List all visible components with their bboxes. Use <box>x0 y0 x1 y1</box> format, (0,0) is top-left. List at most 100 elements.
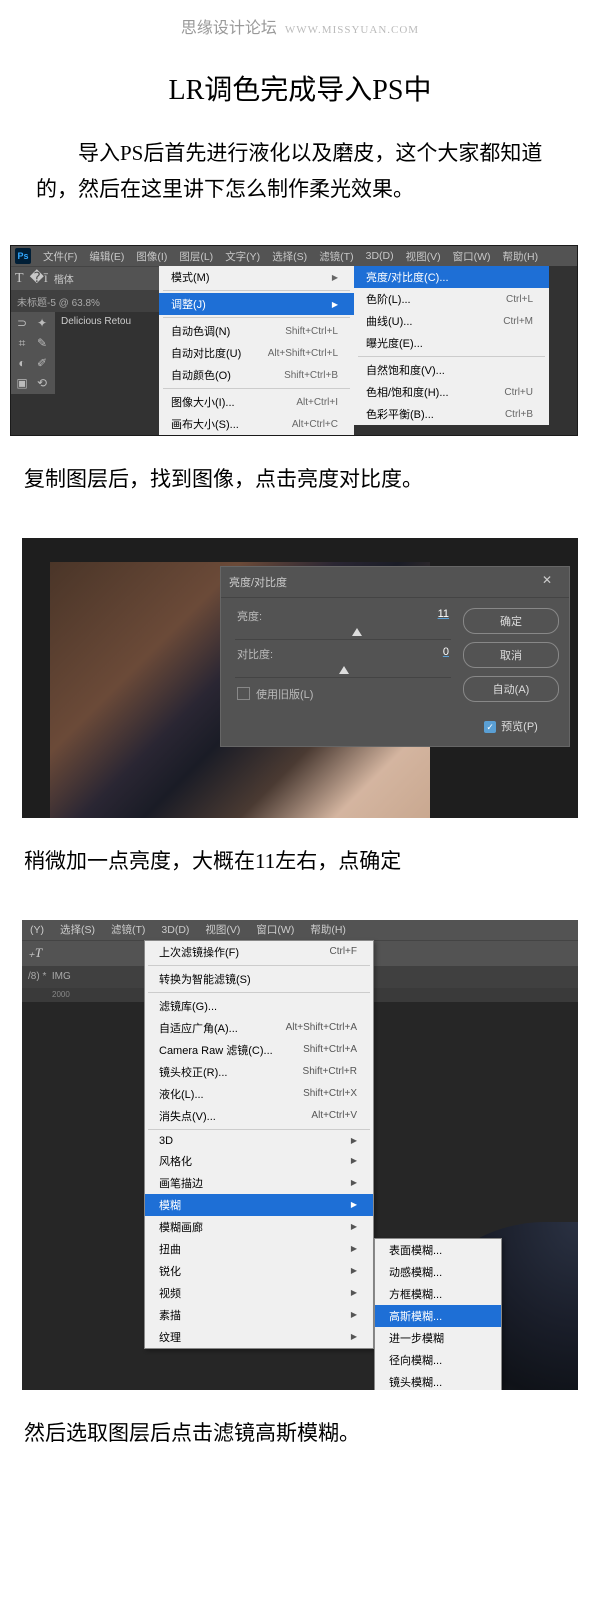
filter-menu-item-8[interactable]: 液化(L)...Shift+Ctrl+X <box>145 1083 373 1105</box>
image-menu-item-4[interactable]: 自动色调(N)Shift+Ctrl+L <box>159 320 354 342</box>
close-icon[interactable]: ✕ <box>533 573 561 591</box>
menu-select-3[interactable]: 选择(S) <box>52 922 103 937</box>
blur-submenu[interactable]: 表面模糊...动感模糊...方框模糊...高斯模糊...进一步模糊径向模糊...… <box>374 1238 502 1390</box>
adj-menu-item-5[interactable]: 自然饱和度(V)... <box>354 359 549 381</box>
filter-menu-item-11[interactable]: 3D <box>145 1132 373 1150</box>
caption-2: 稍微加一点亮度，大概在11左右，点确定 <box>0 830 600 920</box>
eyedropper-tool-icon[interactable]: ✎ <box>33 334 51 352</box>
menu-layer[interactable]: 图层(L) <box>173 249 219 264</box>
adjustments-submenu[interactable]: 亮度/对比度(C)...色阶(L)...Ctrl+L曲线(U)...Ctrl+M… <box>354 266 549 425</box>
contrast-slider[interactable] <box>235 664 451 678</box>
adj-menu-item-1[interactable]: 色阶(L)...Ctrl+L <box>354 288 549 310</box>
filter-menu-item-9[interactable]: 消失点(V)...Alt+Ctrl+V <box>145 1105 373 1127</box>
watermark: 思缘设计论坛WWW.MISSYUAN.COM <box>0 0 600 46</box>
auto-button[interactable]: 自动(A) <box>463 676 559 702</box>
intro-paragraph: 导入PS后首先进行液化以及磨皮，这个大家都知道的，然后在这里讲下怎么制作柔光效果… <box>0 136 600 245</box>
menu-partial[interactable]: (Y) <box>22 924 52 936</box>
brightness-label: 亮度: <box>237 608 262 624</box>
menu-file[interactable]: 文件(F) <box>37 249 83 264</box>
filter-menu-item-13[interactable]: 画笔描边 <box>145 1172 373 1194</box>
image-menu-item-2[interactable]: 调整(J) <box>159 293 354 315</box>
filter-menu-item-16[interactable]: 扭曲 <box>145 1238 373 1260</box>
tab-prefix: /8) * <box>28 971 46 982</box>
filter-menu-item-4[interactable]: 滤镜库(G)... <box>145 995 373 1017</box>
blur-menu-item-1[interactable]: 动感模糊... <box>375 1261 501 1283</box>
menu-select[interactable]: 选择(S) <box>266 249 313 264</box>
filter-menu-item-14[interactable]: 模糊 <box>145 1194 373 1216</box>
brightness-contrast-dialog[interactable]: 亮度/对比度 ✕ 亮度: 11 对比度:0 使用旧版(L) 确定 取消 自动(A)… <box>220 566 570 747</box>
blur-menu-item-3[interactable]: 高斯模糊... <box>375 1305 501 1327</box>
crop-tool-icon[interactable]: ⌗ <box>13 334 31 352</box>
preview-checkbox[interactable]: 预览(P) <box>463 718 559 734</box>
quickselect-tool-icon[interactable]: ✦ <box>33 314 51 332</box>
type-tool-icon: T <box>15 271 24 287</box>
adj-menu-item-7[interactable]: 色彩平衡(B)...Ctrl+B <box>354 403 549 425</box>
filter-menu-item-19[interactable]: 素描 <box>145 1304 373 1326</box>
filter-menu-item-2[interactable]: 转换为智能滤镜(S) <box>145 968 373 990</box>
document-tab[interactable]: 未标题-5 @ 63.8% <box>11 290 159 312</box>
image-menu-item-0[interactable]: 模式(M) <box>159 266 354 288</box>
menu-window[interactable]: 窗口(W) <box>447 249 497 264</box>
filter-menu-item-5[interactable]: 自适应广角(A)...Alt+Shift+Ctrl+A <box>145 1017 373 1039</box>
lasso-tool-icon[interactable]: ⊃ <box>13 314 31 332</box>
page-title: LR调色完成导入PS中 <box>0 46 600 136</box>
menu-help[interactable]: 帮助(H) <box>497 249 545 264</box>
filter-menu-item-15[interactable]: 模糊画廊 <box>145 1216 373 1238</box>
tool-palette[interactable]: ⊃✦ ⌗✎ ◐✐ ▣⟲ <box>11 312 55 394</box>
blur-menu-item-0[interactable]: 表面模糊... <box>375 1239 501 1261</box>
orientation-icon[interactable]: �ī <box>30 270 48 287</box>
menu-image[interactable]: 图像(I) <box>130 249 173 264</box>
adj-menu-item-0[interactable]: 亮度/对比度(C)... <box>354 266 549 288</box>
filter-menu-item-20[interactable]: 纹理 <box>145 1326 373 1348</box>
blur-menu-item-6[interactable]: 镜头模糊... <box>375 1371 501 1390</box>
brightness-field[interactable]: 亮度: 11 <box>231 608 455 640</box>
menu-help-3[interactable]: 帮助(H) <box>302 922 354 937</box>
filter-menu-item-6[interactable]: Camera Raw 滤镜(C)...Shift+Ctrl+A <box>145 1039 373 1061</box>
blur-menu-item-5[interactable]: 径向模糊... <box>375 1349 501 1371</box>
blur-menu-item-2[interactable]: 方框模糊... <box>375 1283 501 1305</box>
ps-screenshot-image-menu: Ps 文件(F) 编辑(E) 图像(I) 图层(L) 文字(Y) 选择(S) 滤… <box>10 245 578 436</box>
brightness-value[interactable]: 11 <box>438 608 449 624</box>
blur-menu-item-4[interactable]: 进一步模糊 <box>375 1327 501 1349</box>
menu-3d[interactable]: 3D(D) <box>360 250 400 262</box>
image-menu-dropdown[interactable]: 模式(M) 调整(J) 自动色调(N)Shift+Ctrl+L自动对比度(U)Alt… <box>159 266 354 435</box>
menu-view[interactable]: 视图(V) <box>400 249 447 264</box>
contrast-value[interactable]: 0 <box>443 646 449 662</box>
ps-screenshot-filter-menu: (Y) 选择(S) 滤镜(T) 3D(D) 视图(V) 窗口(W) 帮助(H) … <box>22 920 578 1390</box>
adj-menu-item-2[interactable]: 曲线(U)...Ctrl+M <box>354 310 549 332</box>
brush-tool-icon[interactable]: ✐ <box>33 354 51 372</box>
image-menu-item-5[interactable]: 自动对比度(U)Alt+Shift+Ctrl+L <box>159 342 354 364</box>
ok-button[interactable]: 确定 <box>463 608 559 634</box>
adj-menu-item-3[interactable]: 曝光度(E)... <box>354 332 549 354</box>
stamp-tool-icon[interactable]: ▣ <box>13 374 31 392</box>
image-menu-item-8[interactable]: 图像大小(I)...Alt+Ctrl+I <box>159 391 354 413</box>
heal-tool-icon[interactable]: ◐ <box>13 354 31 372</box>
menu-bar[interactable]: Ps 文件(F) 编辑(E) 图像(I) 图层(L) 文字(Y) 选择(S) 滤… <box>11 246 577 266</box>
menu-view-3[interactable]: 视图(V) <box>197 922 248 937</box>
menu-filter-3[interactable]: 滤镜(T) <box>103 922 153 937</box>
menu-window-3[interactable]: 窗口(W) <box>248 922 302 937</box>
menu-bar-3[interactable]: (Y) 选择(S) 滤镜(T) 3D(D) 视图(V) 窗口(W) 帮助(H) <box>22 920 578 940</box>
tab-name[interactable]: IMG <box>52 971 71 982</box>
contrast-field[interactable]: 对比度:0 <box>231 646 455 678</box>
filter-menu-item-7[interactable]: 镜头校正(R)...Shift+Ctrl+R <box>145 1061 373 1083</box>
cancel-button[interactable]: 取消 <box>463 642 559 668</box>
menu-filter[interactable]: 滤镜(T) <box>313 249 359 264</box>
font-select[interactable]: 楷体 <box>54 271 74 286</box>
layer-panel-tab[interactable]: Delicious Retou <box>55 312 159 394</box>
menu-3d-3[interactable]: 3D(D) <box>153 924 197 936</box>
filter-menu-item-0[interactable]: 上次滤镜操作(F)Ctrl+F <box>145 941 373 963</box>
filter-menu-item-17[interactable]: 锐化 <box>145 1260 373 1282</box>
filter-menu-item-18[interactable]: 视频 <box>145 1282 373 1304</box>
image-menu-item-9[interactable]: 画布大小(S)...Alt+Ctrl+C <box>159 413 354 435</box>
filter-menu-item-12[interactable]: 风格化 <box>145 1150 373 1172</box>
legacy-checkbox[interactable]: 使用旧版(L) <box>237 686 449 702</box>
dialog-title: 亮度/对比度 <box>229 574 287 590</box>
filter-menu-dropdown[interactable]: 上次滤镜操作(F)Ctrl+F 转换为智能滤镜(S) 滤镜库(G)...自适应广角(… <box>144 940 374 1349</box>
menu-edit[interactable]: 编辑(E) <box>83 249 130 264</box>
brightness-slider[interactable] <box>235 626 451 640</box>
menu-type[interactable]: 文字(Y) <box>219 249 266 264</box>
history-brush-icon[interactable]: ⟲ <box>33 374 51 392</box>
image-menu-item-6[interactable]: 自动颜色(O)Shift+Ctrl+B <box>159 364 354 386</box>
adj-menu-item-6[interactable]: 色相/饱和度(H)...Ctrl+U <box>354 381 549 403</box>
